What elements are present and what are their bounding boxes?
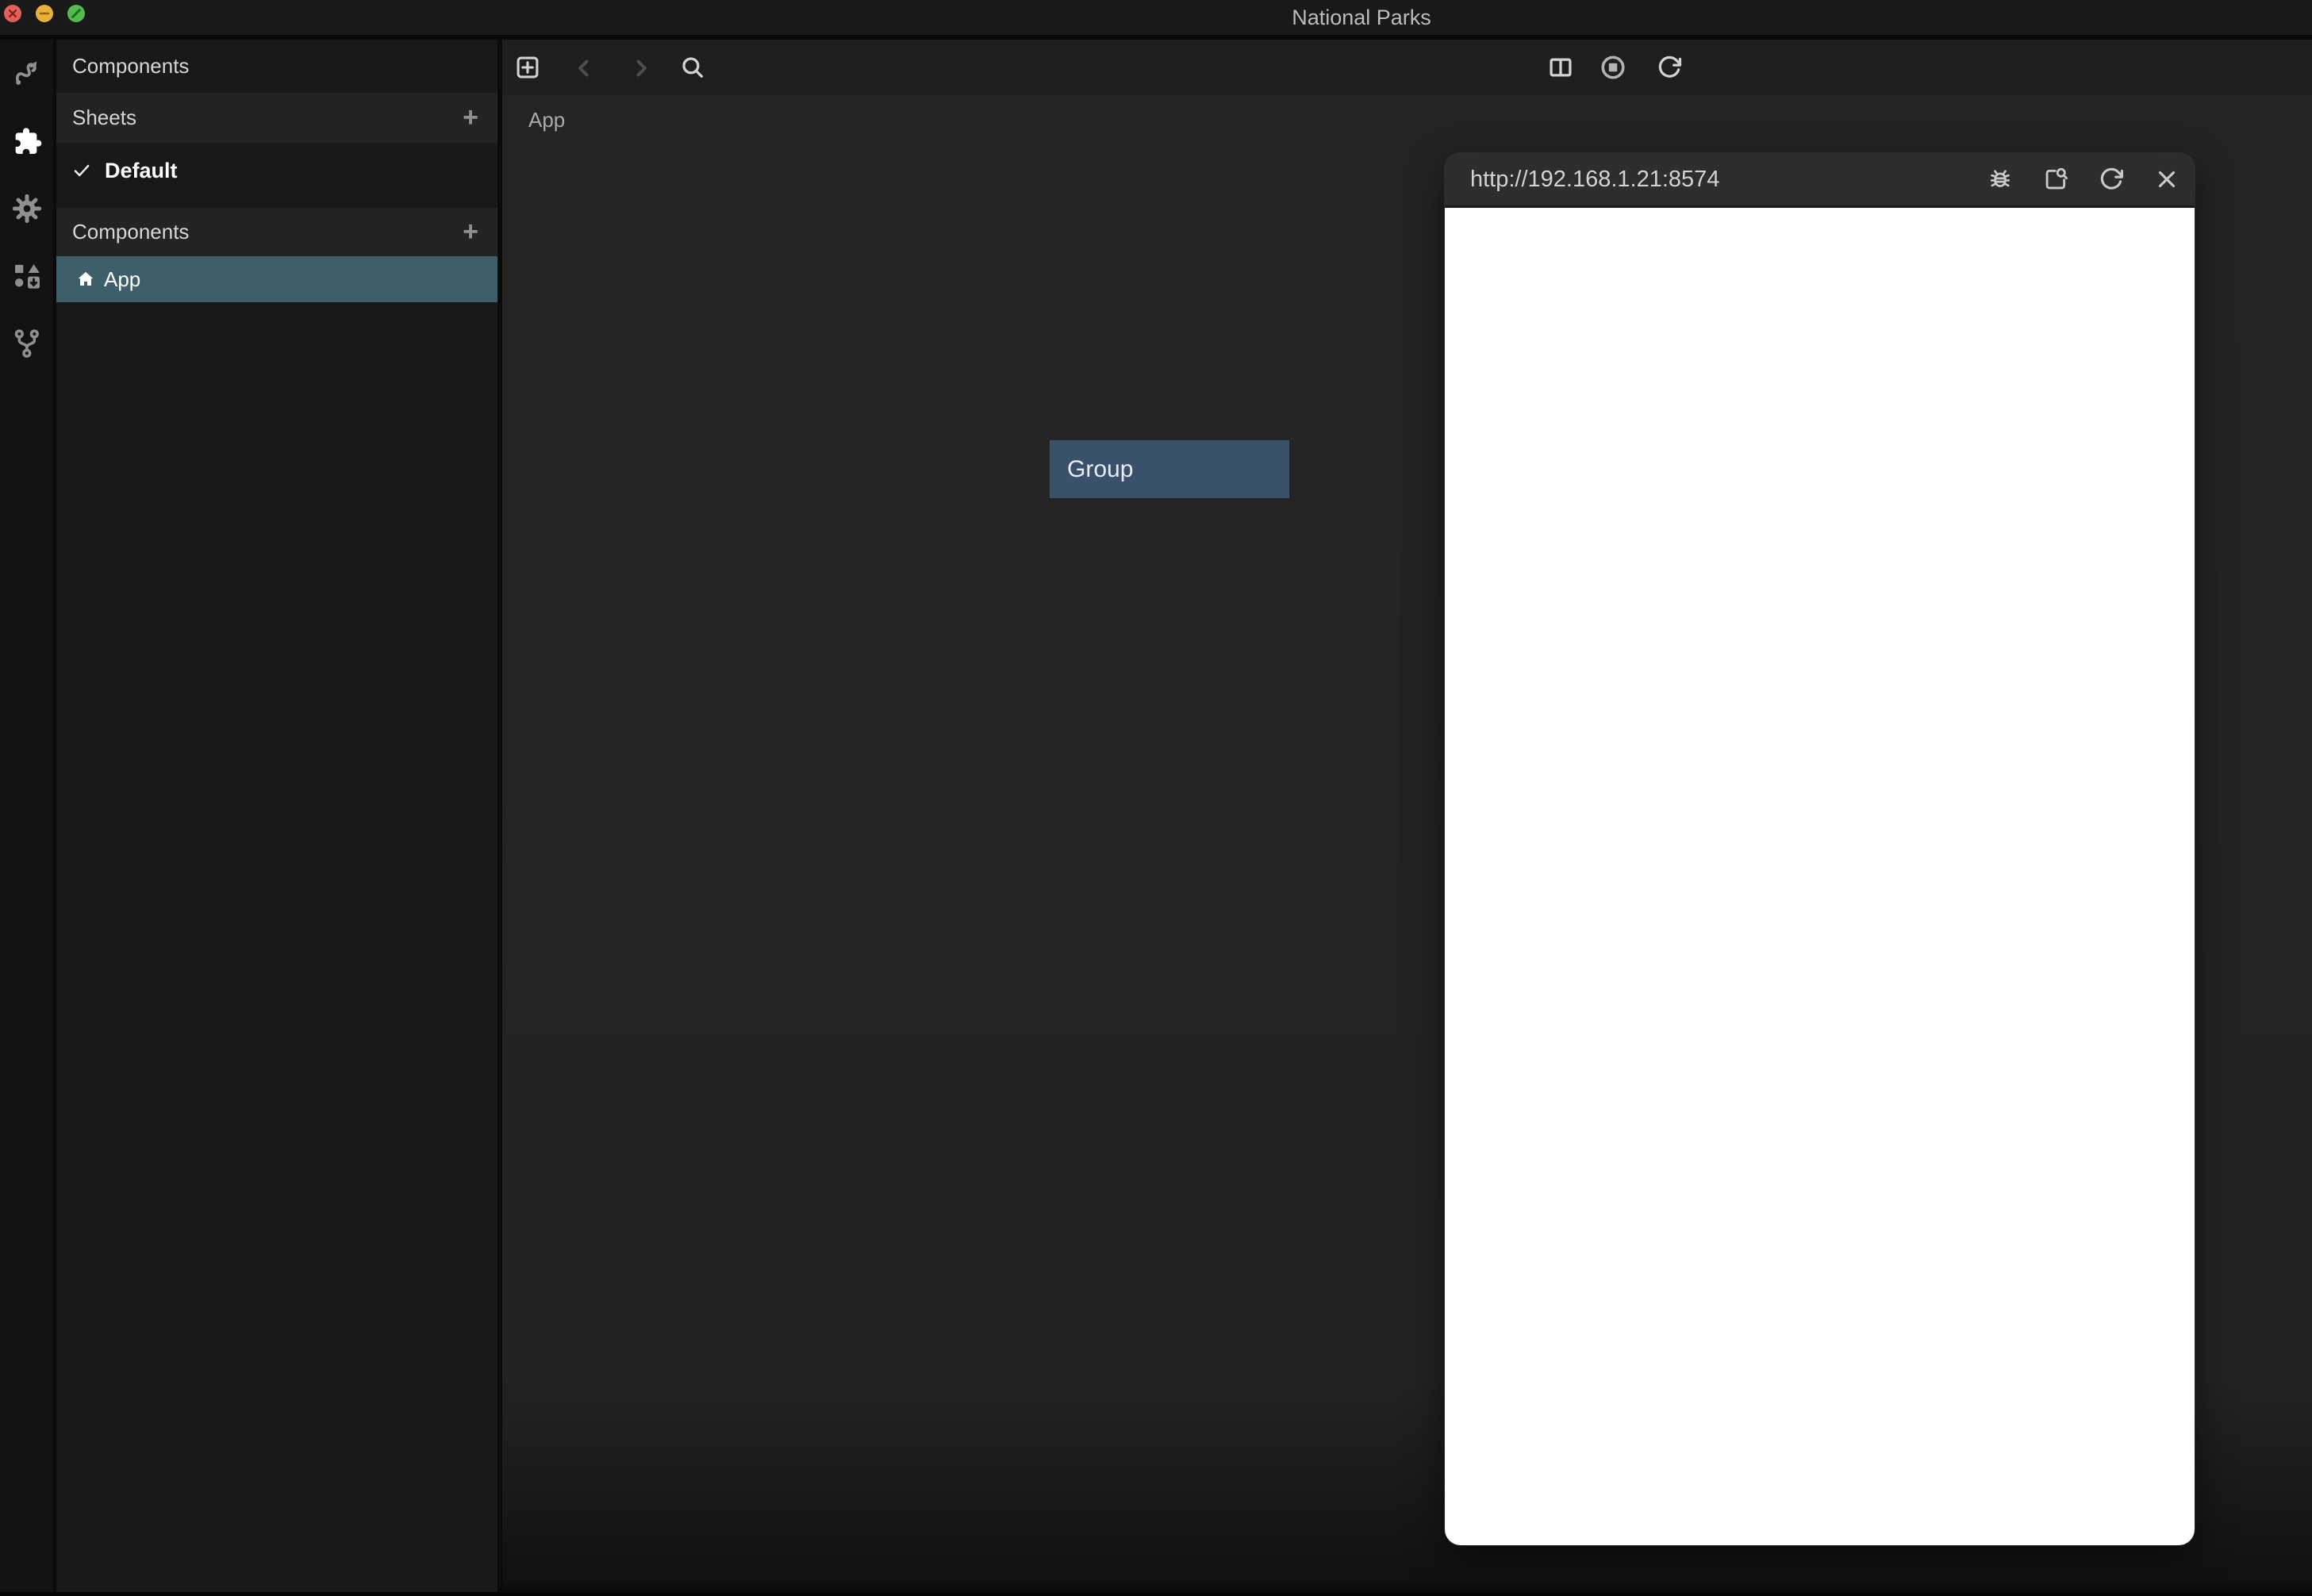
add-sheet-button[interactable]: +	[450, 93, 491, 143]
group-widget-label: Group	[1067, 456, 1133, 483]
components-icon	[11, 125, 43, 157]
add-sheet-toolbar-button[interactable]	[514, 54, 541, 81]
fullscreen-icon	[67, 5, 85, 22]
component-item-label: App	[104, 267, 140, 292]
title-bar: National Parks	[0, 0, 2312, 35]
fullscreen-window-button[interactable]	[67, 5, 85, 22]
home-icon	[75, 269, 96, 290]
component-item-app[interactable]: App	[56, 256, 497, 302]
canvas-toolbar	[502, 40, 2312, 95]
close-icon	[2153, 166, 2180, 193]
back-button[interactable]	[570, 55, 597, 82]
preview-url[interactable]: http://192.168.1.21:8574	[1470, 167, 1987, 193]
minimize-icon	[36, 5, 53, 22]
rail-item-branch[interactable]	[0, 309, 53, 377]
packages-icon	[11, 260, 43, 292]
components-section-label: Components	[72, 220, 189, 244]
sheet-item-default[interactable]: Default	[56, 143, 497, 198]
search-button[interactable]	[679, 54, 706, 81]
rail-item-tour[interactable]	[0, 40, 53, 107]
inspect-icon	[2042, 166, 2069, 193]
preview-close-button[interactable]	[2153, 166, 2180, 193]
stop-icon	[1600, 54, 1626, 81]
tour-icon	[11, 58, 43, 90]
inspect-button[interactable]	[2042, 166, 2069, 193]
refresh-icon	[1656, 54, 1683, 81]
rail-item-packages[interactable]	[0, 242, 53, 309]
preview-window: http://192.168.1.21:8574	[1445, 153, 2195, 1545]
branch-icon	[11, 328, 43, 359]
sheets-section-header: Sheets +	[56, 93, 497, 143]
reload-button[interactable]	[1656, 54, 1683, 81]
add-component-button[interactable]: +	[450, 208, 491, 256]
forward-button[interactable]	[628, 55, 655, 82]
check-icon	[71, 160, 92, 181]
activity-rail	[0, 40, 53, 1592]
breadcrumb[interactable]: App	[528, 108, 565, 132]
rail-item-components[interactable]	[0, 107, 53, 175]
sidebar-title: Components	[56, 40, 497, 93]
search-icon	[679, 54, 706, 81]
minimize-window-button[interactable]	[36, 5, 53, 22]
debug-button[interactable]	[1987, 166, 2014, 193]
refresh-icon	[2098, 166, 2125, 193]
preview-reload-button[interactable]	[2098, 166, 2125, 193]
back-icon	[570, 55, 597, 82]
forward-icon	[628, 55, 655, 82]
window-title: National Parks	[1292, 0, 1431, 35]
debug-icon	[1987, 166, 2014, 193]
sidebar-title-label: Components	[72, 54, 189, 79]
sheets-section-label: Sheets	[72, 106, 136, 130]
split-view-button[interactable]	[1547, 54, 1574, 81]
components-section-header: Components +	[56, 208, 497, 256]
close-window-button[interactable]	[4, 5, 21, 22]
rail-item-settings[interactable]	[0, 175, 53, 242]
preview-content[interactable]	[1445, 208, 2195, 1545]
add-sheet-icon	[514, 54, 541, 81]
group-widget[interactable]: Group	[1050, 440, 1289, 498]
settings-icon	[11, 193, 43, 224]
preview-toolbar: http://192.168.1.21:8574	[1445, 153, 2195, 208]
sidebar: Components Sheets + Default Components +…	[56, 40, 497, 1592]
stop-button[interactable]	[1600, 54, 1626, 81]
sheet-item-label: Default	[105, 159, 178, 183]
window-bottom-edge	[0, 1592, 2312, 1596]
close-icon	[4, 5, 21, 22]
split-view-icon	[1547, 54, 1574, 81]
